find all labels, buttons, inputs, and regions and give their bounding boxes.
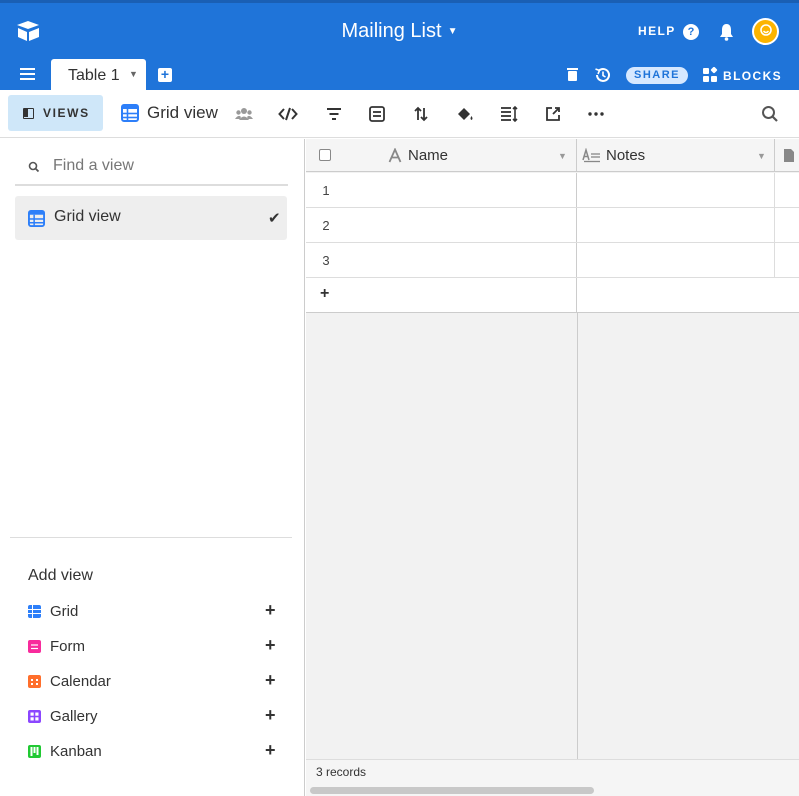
views-toggle-button[interactable]: VIEWS bbox=[8, 95, 103, 131]
table-row[interactable]: 3 bbox=[306, 243, 799, 278]
document-icon bbox=[784, 149, 794, 162]
more-options-icon[interactable] bbox=[586, 104, 606, 124]
help-label[interactable]: HELP bbox=[638, 24, 676, 38]
grid-view-icon bbox=[28, 210, 45, 227]
top-bar: Mailing List ▼ HELP ? Table 1 ▼ + SHARE B… bbox=[0, 0, 799, 93]
hide-fields-icon[interactable] bbox=[278, 104, 298, 124]
chevron-down-icon: ▼ bbox=[447, 26, 458, 37]
sort-icon[interactable] bbox=[411, 104, 431, 124]
trash-icon[interactable] bbox=[566, 67, 579, 82]
cell-name[interactable]: 1 bbox=[306, 173, 577, 207]
avatar[interactable] bbox=[752, 18, 779, 45]
column-header-notes[interactable]: Notes ▼ bbox=[577, 139, 775, 172]
table-tab-label: Table 1 bbox=[68, 67, 120, 84]
history-icon[interactable] bbox=[594, 66, 612, 84]
grid-view-icon bbox=[121, 104, 139, 122]
add-view-label: Form bbox=[50, 638, 85, 655]
find-view-input[interactable] bbox=[53, 157, 273, 175]
base-title[interactable]: Mailing List ▼ bbox=[0, 20, 799, 43]
column-header-label: Notes bbox=[606, 147, 646, 164]
row-number: 1 bbox=[322, 183, 330, 198]
cell-notes[interactable] bbox=[577, 173, 775, 207]
blocks-label[interactable]: BLOCKS bbox=[723, 69, 782, 83]
column-header-label: Name bbox=[408, 147, 449, 164]
chevron-down-icon[interactable]: ▼ bbox=[757, 151, 766, 161]
gallery-icon bbox=[28, 710, 41, 723]
plus-icon[interactable]: + bbox=[265, 635, 276, 656]
select-all-checkbox[interactable] bbox=[319, 149, 331, 161]
view-toolbar: VIEWS Grid view bbox=[0, 90, 799, 138]
horizontal-scrollbar[interactable] bbox=[310, 787, 594, 794]
help-icon[interactable]: ? bbox=[683, 24, 699, 40]
plus-icon[interactable]: + bbox=[265, 705, 276, 726]
sidebar-item-grid-view[interactable]: Grid view ✔ bbox=[15, 196, 287, 240]
plus-icon[interactable]: + bbox=[265, 740, 276, 761]
plus-icon[interactable]: + bbox=[265, 600, 276, 621]
plus-icon[interactable]: + bbox=[265, 670, 276, 691]
row-height-icon[interactable] bbox=[499, 104, 519, 124]
chevron-down-icon[interactable]: ▼ bbox=[558, 151, 567, 161]
table-row[interactable]: 2 bbox=[306, 208, 799, 243]
view-label: Grid view bbox=[54, 208, 121, 225]
share-view-icon[interactable] bbox=[543, 104, 563, 124]
cell-name[interactable]: 2 bbox=[306, 208, 577, 242]
filter-icon[interactable] bbox=[324, 104, 344, 124]
divider bbox=[10, 537, 292, 538]
calendar-icon bbox=[28, 675, 41, 688]
add-view-label: Kanban bbox=[50, 743, 102, 760]
tab-table-1[interactable]: Table 1 ▼ bbox=[51, 59, 146, 93]
column-header-name[interactable]: Name ▼ bbox=[306, 139, 577, 172]
add-view-form[interactable]: Form + bbox=[28, 635, 283, 659]
column-divider bbox=[577, 313, 578, 759]
sidebar-toggle-icon bbox=[23, 108, 34, 119]
add-view-label: Gallery bbox=[50, 708, 98, 725]
table-row[interactable]: 1 bbox=[306, 173, 799, 208]
collaborators-icon[interactable] bbox=[234, 104, 254, 124]
text-field-icon bbox=[388, 148, 402, 163]
add-record-row[interactable]: + bbox=[306, 278, 799, 313]
color-icon[interactable] bbox=[455, 104, 475, 124]
base-title-text: Mailing List bbox=[341, 20, 442, 42]
record-count: 3 records bbox=[316, 765, 367, 779]
add-view-gallery[interactable]: Gallery + bbox=[28, 705, 283, 729]
cell-notes[interactable] bbox=[577, 243, 775, 277]
row-number: 3 bbox=[322, 253, 330, 268]
add-record-button[interactable]: + bbox=[320, 285, 329, 303]
grid-header: Name ▼ Notes ▼ bbox=[306, 139, 799, 172]
views-sidebar: Grid view ✔ Add view Grid + Form + Calen… bbox=[0, 139, 305, 796]
chevron-down-icon[interactable]: ▼ bbox=[129, 69, 138, 79]
add-view-calendar[interactable]: Calendar + bbox=[28, 670, 283, 694]
long-text-icon bbox=[582, 148, 600, 163]
blocks-icon[interactable] bbox=[702, 67, 718, 83]
kanban-icon bbox=[28, 745, 41, 758]
grid-icon bbox=[28, 605, 41, 618]
bell-icon[interactable] bbox=[718, 23, 735, 41]
search-icon[interactable] bbox=[760, 104, 780, 124]
cell-notes[interactable] bbox=[577, 208, 775, 242]
search-icon bbox=[28, 161, 40, 173]
hamburger-menu-icon[interactable] bbox=[20, 67, 36, 81]
add-view-title: Add view bbox=[28, 567, 93, 584]
cell-name[interactable]: 3 bbox=[306, 243, 577, 277]
add-record-cell[interactable]: + bbox=[306, 278, 577, 312]
grid-table: Name ▼ Notes ▼ 1 2 3 + 3 records bbox=[306, 139, 799, 796]
column-header-attachments[interactable] bbox=[775, 139, 799, 172]
share-button[interactable]: SHARE bbox=[626, 67, 689, 84]
views-label: VIEWS bbox=[43, 106, 90, 120]
add-view-grid[interactable]: Grid + bbox=[28, 600, 283, 624]
find-view-box bbox=[15, 150, 288, 186]
current-view-name[interactable]: Grid view bbox=[147, 103, 218, 123]
add-view-label: Calendar bbox=[50, 673, 111, 690]
checkmark-icon: ✔ bbox=[268, 210, 281, 227]
add-table-button[interactable]: + bbox=[158, 67, 172, 82]
add-view-kanban[interactable]: Kanban + bbox=[28, 740, 283, 764]
group-icon[interactable] bbox=[367, 104, 387, 124]
form-icon bbox=[28, 640, 41, 653]
add-view-label: Grid bbox=[50, 603, 79, 620]
row-number: 2 bbox=[322, 218, 330, 233]
grid-footer: 3 records bbox=[306, 759, 799, 796]
